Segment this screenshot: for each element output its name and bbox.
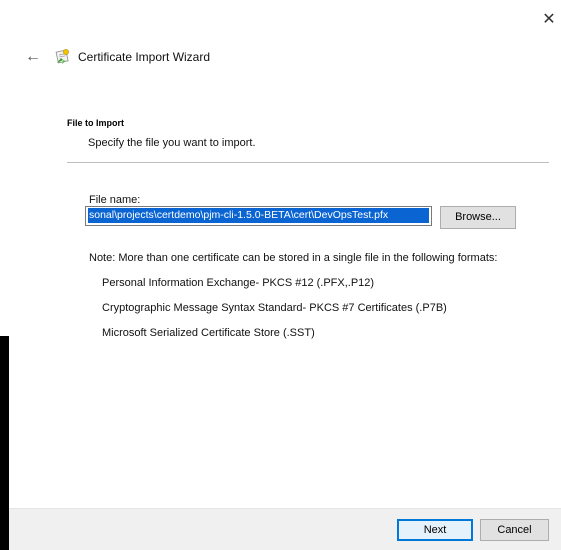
section-description: Specify the file you want to import. [88,137,256,149]
browse-button[interactable]: Browse... [440,206,516,229]
format-item-sst: Microsoft Serialized Certificate Store (… [102,327,315,339]
section-title: File to Import [67,118,124,128]
back-button[interactable]: ← [23,47,43,67]
wizard-footer: Next Cancel [9,508,561,550]
cancel-button[interactable]: Cancel [480,519,549,541]
next-button[interactable]: Next [397,519,473,541]
certificate-import-wizard-window: ✕ ← Certificate Import Wizard File to Im… [9,0,561,550]
format-item-pfx: Personal Information Exchange- PKCS #12 … [102,277,375,289]
certificate-wizard-icon [54,47,72,65]
close-icon: ✕ [542,11,556,28]
format-item-p7b: Cryptographic Message Syntax Standard- P… [102,302,447,314]
header-divider [67,162,549,163]
file-name-input[interactable]: sonal\projects\certdemo\pjm-cli-1.5.0-BE… [85,206,432,226]
formats-note: Note: More than one certificate can be s… [89,252,498,264]
file-name-value: sonal\projects\certdemo\pjm-cli-1.5.0-BE… [88,208,429,223]
back-arrow-icon: ← [25,48,41,65]
close-button[interactable]: ✕ [539,10,559,30]
file-name-label: File name: [89,194,141,206]
background-strip [0,336,9,550]
wizard-title: Certificate Import Wizard [78,50,211,64]
